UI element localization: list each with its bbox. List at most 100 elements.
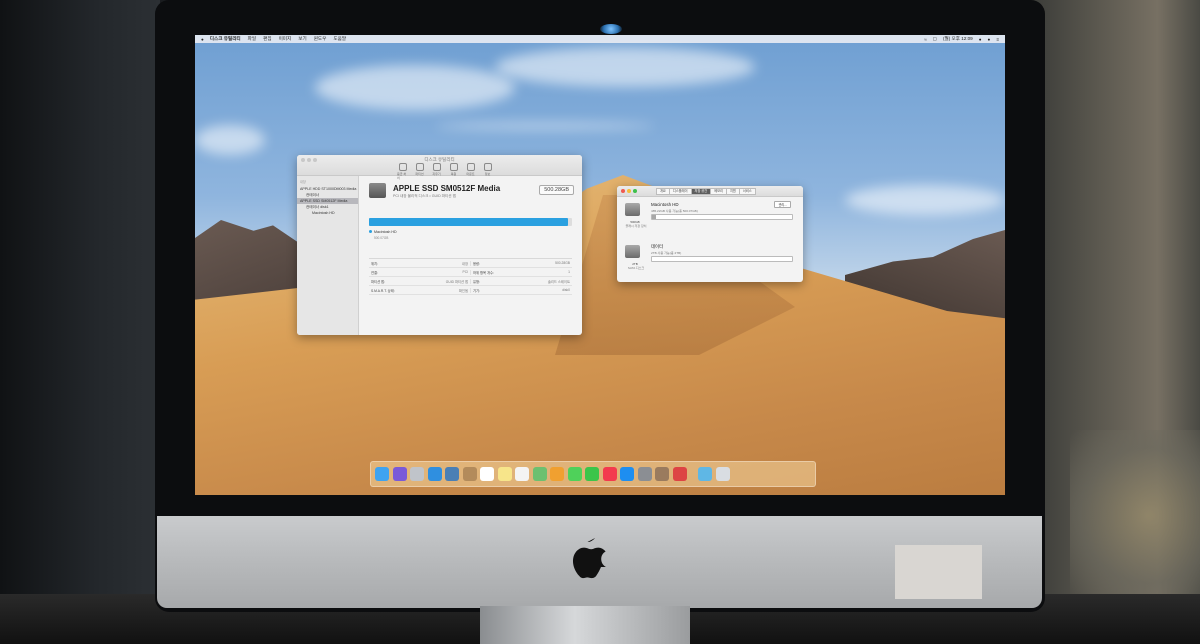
menu-app-name[interactable]: 디스크 유틸리티 [210,36,241,42]
menu-image[interactable]: 이미지 [279,36,292,42]
reminders-icon[interactable] [515,467,529,481]
volume-legend: Macintosh HD [369,230,397,234]
close-button[interactable] [621,189,625,193]
cloud [435,123,655,129]
info-value: GUID 파티션 맵 [445,279,468,284]
disk-description: PCI 내장 물리적 디스크 • GUID 파티션 맵 [393,194,456,198]
info-icon [483,163,492,171]
tab-2[interactable]: 저장 공간 [690,188,712,195]
storage-info-window: 개요 디스플레이 저장 공간 메모리 지원 서비스 Macintosh HD 485.22… [617,186,803,282]
minimize-button[interactable] [627,189,631,193]
notification-center-icon[interactable]: ≡ [996,37,999,42]
status-area: ≈ ▢ (월) 오후 12:09 ● ● ≡ [918,35,999,43]
disk-name: APPLE SSD SM0512F Media [393,184,501,193]
menu-window[interactable]: 윈도우 [314,36,327,42]
spotlight-icon[interactable]: ● [979,37,982,42]
info-key: S.M.A.R.T. 상태: [371,288,395,293]
wifi-icon[interactable]: ≈ [924,37,927,42]
menu-view[interactable]: 보기 [298,36,306,42]
game-icon[interactable] [672,467,687,481]
webcam [600,24,622,34]
siri-menu-icon[interactable]: ● [988,37,991,42]
manage-button[interactable]: 관리... [774,201,791,208]
launchpad-icon[interactable] [410,467,424,481]
disk-detail-pane: APPLE SSD SM0512F Media PCI 내장 물리적 디스크 •… [359,176,582,335]
imac-stand [480,606,690,644]
cloud [315,65,515,110]
restore-icon [449,163,458,171]
drive-free-space: 2TB 사용 가능(총 2TB) [651,251,682,255]
info-value: 확인됨 [458,288,468,293]
info-cell: 위치: 내장 [369,261,470,266]
volume-size: 500.07GB [374,236,389,240]
info-cell: 파티션 맵: GUID 파티션 맵 [369,279,470,284]
menu-help[interactable]: 도움말 [333,36,346,42]
mount-icon [466,163,475,171]
info-value: PCI [462,269,469,274]
calendar-icon[interactable] [480,467,494,481]
tab-4[interactable]: 지원 [725,188,740,195]
about-tabs: 개요 디스플레이 저장 공간 메모리 지원 서비스 [656,188,756,195]
info-cell: 유형: 솔리드 스테이트 [470,278,572,284]
info-cell: 연결: PCI [369,270,470,275]
siri-icon[interactable] [392,467,407,481]
maps-icon[interactable] [532,467,547,481]
zoom-button[interactable] [633,189,637,193]
desktop-screen: ● 디스크 유틸리티 파일 편집 이미지 보기 윈도우 도움말 ≈ ▢ (월) … [195,35,1005,495]
downloads-icon[interactable] [698,467,712,481]
notes-icon[interactable] [497,467,512,481]
apple-logo-icon [572,538,606,579]
internal-disk-icon [369,183,386,198]
photos-icon[interactable] [550,467,564,481]
info-key: 연결: [371,270,378,275]
safari-icon[interactable] [427,467,442,481]
sidebar-item-macintosh-hd[interactable]: Macintosh HD [297,210,358,216]
cloud [495,47,755,87]
info-value: 솔리드 스테이트 [547,279,570,284]
menu-edit[interactable]: 편집 [263,36,271,42]
usage-bar [369,218,572,226]
drive-usage-bar [651,256,793,262]
drive-usage-fill [652,215,657,219]
cloud [845,185,1005,215]
menu-file[interactable]: 파일 [248,36,256,42]
disk-sidebar: 내장 APPLE HDD ST1000DM003 Media 컨테이너 APPL… [297,176,359,335]
background-right [1030,0,1200,644]
info-key: 하위 항목 개수: [473,270,494,275]
info-key: 유형: [473,279,480,284]
disk-info-table: 위치: 내장 용량: 500.28GB 연결: PCI 하위 항목 개수: 1 파티션 맵: GU… [369,258,572,295]
menu-clock[interactable]: (월) 오후 12:09 [943,36,973,42]
menu-bar: ● 디스크 유틸리티 파일 편집 이미지 보기 윈도우 도움말 ≈ ▢ (월) … [195,35,1005,43]
disk-utility-window: 디스크 유틸리티 응급 처치 파티션 지우기 복원 마운트 정보 내장 APPL… [297,155,582,335]
trash-icon[interactable] [715,467,730,481]
photo-browser-icon[interactable] [445,467,459,481]
music-icon[interactable] [602,467,617,481]
finder-icon[interactable] [375,467,389,481]
apple-menu-icon[interactable]: ● [201,37,204,42]
info-key: 용량: [473,261,480,266]
info-row: S.M.A.R.T. 상태: 확인됨 기기: disk0 [369,286,572,295]
tab-3[interactable]: 메모리 [710,188,727,195]
disk-size-badge: 500.28GB [539,185,574,195]
info-value: 1 [568,269,570,274]
info-cell: S.M.A.R.T. 상태: 확인됨 [369,288,470,293]
tab-0[interactable]: 개요 [656,188,670,195]
drive-usage-bar [651,214,793,220]
messages-icon[interactable] [567,467,582,481]
input-source-icon[interactable]: ▢ [933,36,937,42]
tab-5[interactable]: 서비스 [738,188,756,195]
info-row: 연결: PCI 하위 항목 개수: 1 [369,268,572,277]
contacts-icon[interactable] [462,467,477,481]
tab-1[interactable]: 디스플레이 [668,188,692,195]
app-store-icon[interactable] [620,467,634,481]
system-preferences-icon[interactable] [637,467,652,481]
first-aid-icon [398,163,407,171]
info-key: 파티션 맵: [371,279,385,284]
info-value: disk0 [562,287,570,292]
drive-type: SATA 디스크 [627,266,645,270]
facetime-icon[interactable] [585,467,599,481]
info-key: 기기: [473,288,480,293]
info-value: 500.28GB [555,260,570,265]
migration-icon[interactable] [655,467,669,481]
storage-titlebar: 개요 디스플레이 저장 공간 메모리 지원 서비스 [617,186,803,197]
